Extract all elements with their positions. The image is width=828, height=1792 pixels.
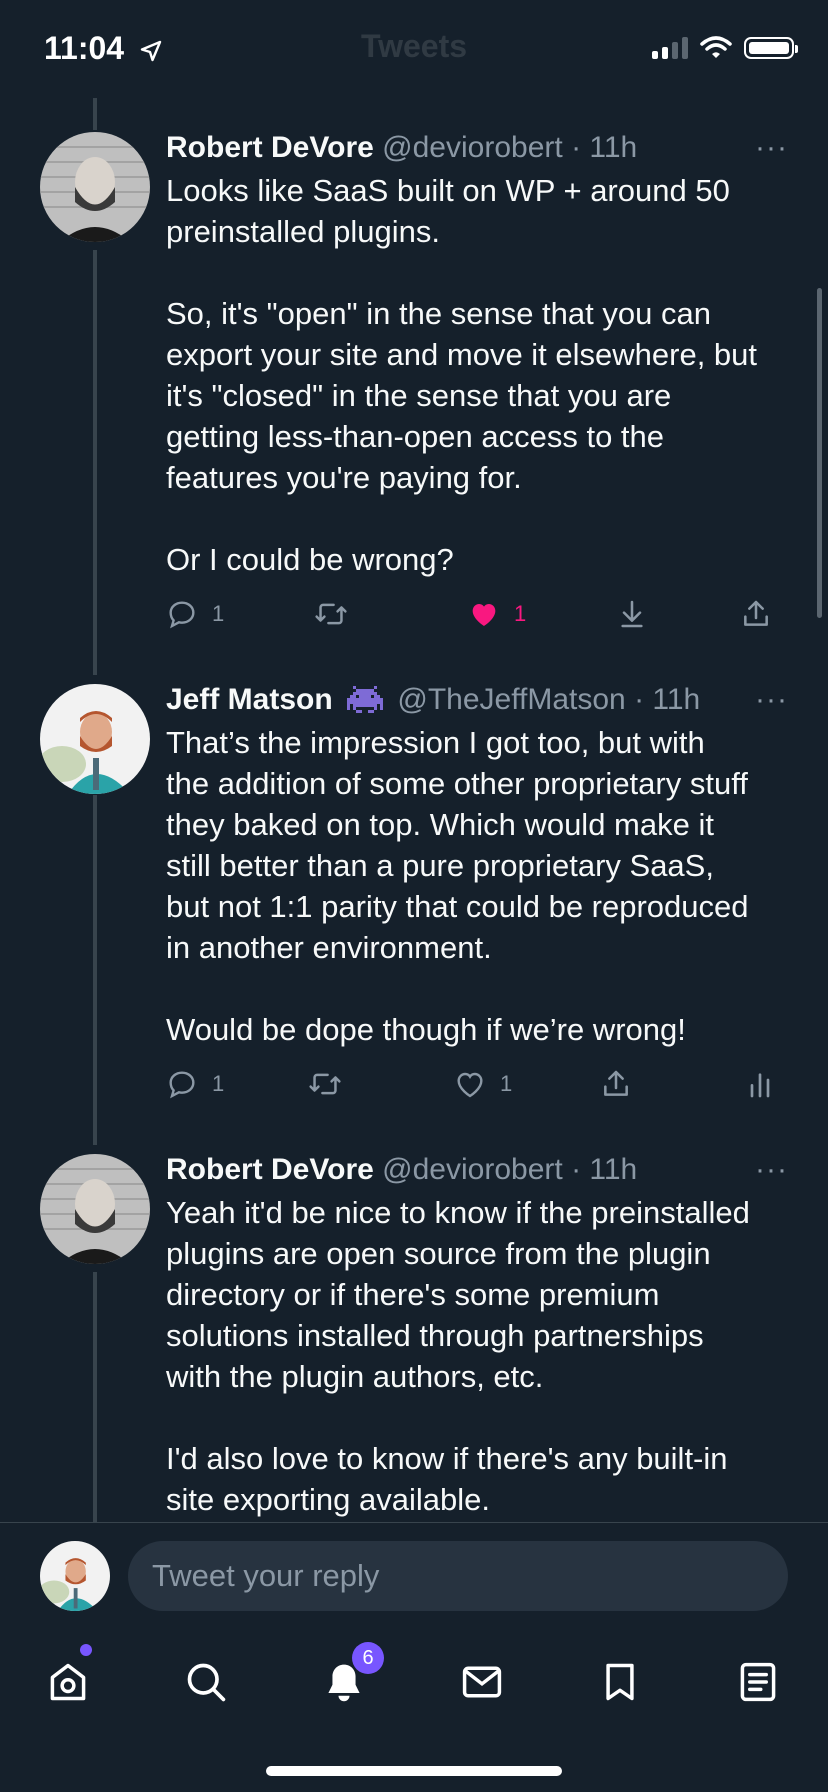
tweet-text: Looks like SaaS built on WP + around 50 … xyxy=(166,173,758,577)
tab-bookmarks[interactable] xyxy=(590,1652,650,1712)
more-options-icon[interactable]: ··· xyxy=(755,128,788,168)
tweet-time: 11h xyxy=(589,1153,638,1186)
like-button[interactable]: 1 xyxy=(468,592,526,636)
author-handle[interactable]: @deviorobert xyxy=(382,131,563,164)
reply-count: 1 xyxy=(212,1071,225,1096)
tweet-header: Robert DeVore @deviorobert · 11h ··· xyxy=(166,128,788,168)
status-time: 11:04 xyxy=(44,30,163,67)
home-indicator[interactable] xyxy=(266,1766,562,1776)
retweet-icon xyxy=(309,1073,341,1095)
more-options-icon[interactable]: ··· xyxy=(755,1150,788,1190)
reply-button[interactable]: 1 xyxy=(166,1062,224,1106)
status-bar: Tweets 11:04 xyxy=(0,0,828,100)
bookmarks-icon xyxy=(606,1663,634,1701)
thread-connector xyxy=(93,98,97,130)
reply-input[interactable]: Tweet your reply xyxy=(128,1541,788,1611)
analytics-button[interactable] xyxy=(744,1062,776,1106)
location-arrow-icon xyxy=(140,40,162,61)
avatar[interactable] xyxy=(40,132,150,242)
tweet-header: Robert DeVore @deviorobert · 11h ··· xyxy=(166,1150,788,1190)
avatar-photo xyxy=(40,1154,150,1264)
tweet[interactable]: Robert DeVore @deviorobert · 11h ··· Yea… xyxy=(0,1150,828,1522)
like-icon xyxy=(457,1072,483,1098)
like-count: 1 xyxy=(500,1071,513,1096)
author-name[interactable]: Robert DeVore xyxy=(166,131,374,164)
reply-composer: Tweet your reply xyxy=(0,1522,828,1623)
wifi-icon xyxy=(700,36,732,58)
share-icon xyxy=(604,1070,628,1096)
home-icon xyxy=(50,1663,86,1701)
tweet-text: That’s the impression I got too, but wit… xyxy=(166,725,749,1047)
bookmark-button[interactable] xyxy=(616,592,648,636)
tweet-actions: 1 1 xyxy=(166,1062,788,1106)
tweet-time: 11h xyxy=(589,131,638,164)
retweet-button[interactable] xyxy=(308,1062,342,1106)
reply-icon xyxy=(169,601,195,629)
share-button[interactable] xyxy=(600,1062,632,1106)
share-icon xyxy=(744,600,768,626)
tab-search[interactable] xyxy=(176,1652,236,1712)
avatar-photo xyxy=(40,132,150,242)
separator-dot: · xyxy=(634,683,645,716)
bookmark-down-icon xyxy=(621,600,643,628)
avatar[interactable] xyxy=(40,684,150,794)
author-handle[interactable]: @TheJeffMatson xyxy=(397,683,625,716)
more-options-icon[interactable]: ··· xyxy=(755,680,788,720)
like-icon xyxy=(472,604,496,626)
separator-dot: · xyxy=(571,1153,582,1186)
author-handle[interactable]: @deviorobert xyxy=(382,1153,563,1186)
reply-button[interactable]: 1 xyxy=(166,592,224,636)
tweet-actions: 1 1 xyxy=(166,592,788,636)
tweet-time: 11h xyxy=(652,683,701,716)
retweet-icon xyxy=(315,603,347,625)
avatar[interactable] xyxy=(40,1154,150,1264)
analytics-icon xyxy=(750,1073,770,1098)
separator-dot: · xyxy=(571,131,582,164)
tab-home[interactable] xyxy=(38,1652,98,1712)
like-count: 1 xyxy=(514,601,527,626)
alien-monster-emoji-icon xyxy=(347,686,384,714)
lists-icon xyxy=(740,1662,776,1702)
messages-icon xyxy=(462,1666,502,1698)
author-name[interactable]: Robert DeVore xyxy=(166,1153,374,1186)
reply-icon xyxy=(169,1071,195,1099)
notifications-badge: 6 xyxy=(352,1642,384,1674)
system-icons xyxy=(652,36,798,60)
battery-icon xyxy=(744,37,798,59)
search-icon xyxy=(187,1663,226,1702)
like-button[interactable]: 1 xyxy=(454,1062,512,1106)
tab-lists[interactable] xyxy=(728,1652,788,1712)
author-name[interactable]: Jeff Matson xyxy=(166,683,333,716)
share-button[interactable] xyxy=(740,592,772,636)
tweet[interactable]: Jeff Matson @TheJeffMatson · 11h ··· Tha… xyxy=(0,680,828,1130)
avatar-photo xyxy=(40,1541,110,1611)
retweet-button[interactable] xyxy=(314,592,348,636)
current-user-avatar[interactable] xyxy=(40,1541,110,1611)
avatar-photo xyxy=(40,684,150,794)
home-unread-dot xyxy=(80,1644,92,1656)
tweet-text: Yeah it'd be nice to know if the preinst… xyxy=(166,1195,750,1517)
cellular-signal-icon xyxy=(652,37,688,59)
tweet[interactable]: Robert DeVore @deviorobert · 11h ··· Loo… xyxy=(0,128,828,638)
tweet-header: Jeff Matson @TheJeffMatson · 11h ··· xyxy=(166,680,788,720)
tab-messages[interactable] xyxy=(452,1652,512,1712)
status-time-text: 11:04 xyxy=(44,30,125,66)
scrollbar-thumb[interactable] xyxy=(817,288,822,618)
reply-count: 1 xyxy=(212,601,225,626)
